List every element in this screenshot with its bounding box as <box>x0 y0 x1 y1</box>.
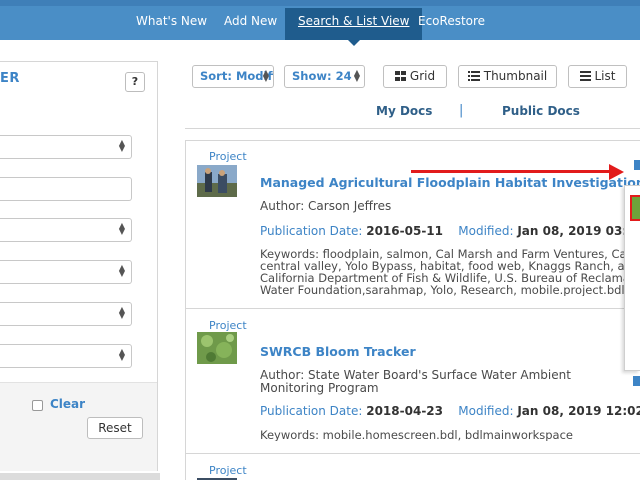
actions-menu-toggle[interactable] <box>634 160 640 170</box>
thumbnail-view-button[interactable]: Thumbnail <box>458 65 557 88</box>
tab-my-docs[interactable]: My Docs <box>376 104 432 118</box>
results-toolbar: Sort: Modifi ▲ ▼ Show: 24 ▲ ▼ Grid Thumbnail… <box>185 61 640 129</box>
result-title-link[interactable]: Managed Agricultural Floodplain Habitat … <box>260 175 640 190</box>
result-type: Project <box>209 319 247 332</box>
result-item: Project Managed Agricultural Floodplain … <box>186 141 640 309</box>
field-photo-image <box>197 165 237 197</box>
select-arrows-icon: ▲ ▼ <box>353 68 360 83</box>
filter-actions: Clear Reset <box>0 382 157 471</box>
filter-text-input[interactable] <box>0 177 132 201</box>
filter-select-2[interactable]: ▲ ▼ <box>0 218 132 242</box>
select-arrows-icon: ▲ ▼ <box>118 347 125 362</box>
results-list: Project Managed Agricultural Floodplain … <box>185 140 640 480</box>
publication-date-value: 2018-04-23 <box>366 404 443 418</box>
result-thumbnail[interactable] <box>197 332 237 364</box>
filter-select-4[interactable]: ▲ ▼ <box>0 302 132 326</box>
filter-panel: ER ? ▲ ▼ ▲ ▼ ▲ ▼ ▲ ▼ ▲ ▼ Clear Reset <box>0 61 158 471</box>
clear-link[interactable]: Clear <box>50 397 85 411</box>
grid-view-label: Grid <box>409 69 436 83</box>
top-nav: What's New Add New Search & List View Ec… <box>0 0 640 46</box>
result-type: Project <box>209 464 247 477</box>
result-author: Author: Carson Jeffres <box>260 199 392 213</box>
result-item: Project <box>186 454 640 480</box>
top-nav-strip <box>0 0 640 6</box>
help-button[interactable]: ? <box>125 72 145 92</box>
page-root: What's New Add New Search & List View Ec… <box>0 0 640 480</box>
annotation-arrow-head <box>609 164 624 180</box>
filter-select-5[interactable]: ▲ ▼ <box>0 344 132 368</box>
clear-checkbox[interactable] <box>32 400 43 411</box>
modified-label: Modified: <box>458 404 514 418</box>
show-select[interactable]: Show: 24 ▲ ▼ <box>284 65 365 88</box>
select-arrows-icon: ▲ ▼ <box>118 221 125 236</box>
filter-panel-title: ER <box>0 71 20 86</box>
publication-date-label: Publication Date: <box>260 224 363 238</box>
select-arrows-icon: ▲ ▼ <box>118 263 125 278</box>
nav-search-list-view-label: Search & List View <box>298 14 410 28</box>
sort-select[interactable]: Sort: Modifi ▲ ▼ <box>192 65 274 88</box>
select-arrows-icon: ▲ ▼ <box>118 305 125 320</box>
nav-add-new[interactable]: Add New <box>224 14 277 28</box>
nav-ecorestore[interactable]: EcoRestore <box>418 14 485 28</box>
result-type: Project <box>209 150 247 163</box>
list-view-label: List <box>594 69 616 83</box>
modified-date-value: Jan 08, 2019 12:02 PM <box>517 404 640 418</box>
filter-select-3[interactable]: ▲ ▼ <box>0 260 132 284</box>
tab-public-docs[interactable]: Public Docs <box>502 104 580 118</box>
map-preview-strip <box>0 473 160 480</box>
docs-tab-separator: | <box>459 103 464 118</box>
nav-search-list-view[interactable]: Search & List View <box>285 8 423 46</box>
filter-select-1[interactable]: ▲ ▼ <box>0 135 132 159</box>
active-tab-caret <box>347 40 360 46</box>
keywords-line-4: Water Foundation,sarahmap, Yolo, Researc… <box>260 283 640 296</box>
thumbnail-view-label: Thumbnail <box>483 69 548 83</box>
actions-popup <box>624 185 640 371</box>
result-thumbnail[interactable] <box>197 165 237 197</box>
select-arrows-icon: ▲ ▼ <box>118 138 125 153</box>
select-arrows-icon: ▲ ▼ <box>262 68 269 83</box>
grid-view-button[interactable]: Grid <box>383 65 447 88</box>
algae-bloom-image <box>197 332 237 364</box>
list-icon <box>579 71 591 81</box>
result-dates: Publication Date: 2018-04-23 Modified: J… <box>260 404 640 418</box>
result-keywords: Keywords: floodplain, salmon, Cal Marsh … <box>260 248 640 296</box>
grid-icon <box>394 71 406 81</box>
result-dates: Publication Date: 2016-05-11 Modified: J… <box>260 224 640 238</box>
annotation-arrow-line <box>411 170 611 173</box>
actions-menu-toggle[interactable] <box>633 376 640 386</box>
keywords-line-1: Keywords: mobile.homescreen.bdl, bdlmain… <box>260 429 573 441</box>
result-title-link[interactable]: SWRCB Bloom Tracker <box>260 344 416 359</box>
result-author: Author: State Water Board's Surface Wate… <box>260 368 571 395</box>
thumbnail-list-icon <box>467 71 480 81</box>
modified-date-value: Jan 08, 2019 03:50 PM <box>517 224 640 238</box>
highlighted-thumbnail[interactable] <box>630 195 640 221</box>
modified-label: Modified: <box>458 224 514 238</box>
reset-button[interactable]: Reset <box>87 417 143 439</box>
show-select-value: Show: 24 <box>292 69 352 83</box>
nav-whats-new[interactable]: What's New <box>136 14 207 28</box>
result-item: Project SWRCB Bloom Tracker Author: Stat… <box>186 309 640 454</box>
result-keywords: Keywords: mobile.homescreen.bdl, bdlmain… <box>260 429 640 441</box>
publication-date-value: 2016-05-11 <box>366 224 443 238</box>
publication-date-label: Publication Date: <box>260 404 363 418</box>
list-view-button[interactable]: List <box>568 65 627 88</box>
